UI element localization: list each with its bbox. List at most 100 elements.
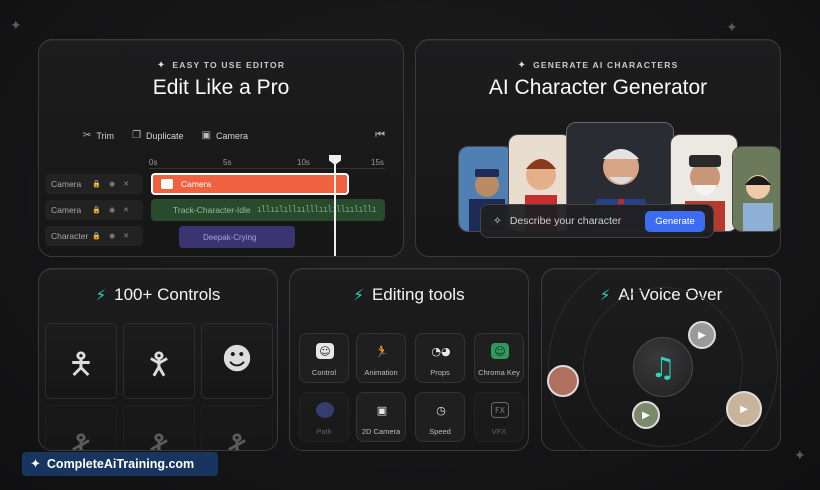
logo-icon: ✦ — [30, 456, 41, 472]
voice-avatar[interactable]: ▶ — [632, 401, 660, 429]
camera-icon: ▣ — [376, 403, 388, 417]
ruler-tick: 10s — [297, 158, 310, 167]
ruler-line — [149, 168, 385, 169]
duplicate-icon: ❐ — [132, 130, 142, 141]
audio-clip-label: Track-Character-Idle — [173, 205, 251, 215]
tool-vfx[interactable]: FX VFX — [474, 392, 524, 442]
skip-to-start-icon[interactable]: ⏮ — [375, 128, 385, 142]
camera-button[interactable]: ▣ Camera — [202, 130, 248, 141]
track-label-character[interactable]: Character 🔒◉✕ — [45, 226, 143, 246]
generate-button[interactable]: Generate — [645, 211, 705, 232]
ruler-tick: 5s — [223, 158, 232, 167]
voice-avatar[interactable]: ▶ — [688, 321, 716, 349]
controls-title: ⚡ 100+ Controls — [39, 285, 277, 305]
editor-toolbar: ✂ Trim ❐ Duplicate ▣ Camera — [83, 130, 248, 141]
glasses-icon: ◔◕ — [431, 344, 451, 358]
character-prompt-input[interactable]: ✧ Describe your character Generate — [480, 204, 714, 238]
tool-label: Control — [311, 368, 337, 377]
pose-tile[interactable]: 🯇 — [201, 405, 273, 451]
editing-tools-title: ⚡ Editing tools — [290, 285, 528, 305]
tool-props[interactable]: ◔◕ Props — [415, 333, 465, 383]
tool-path[interactable]: Path — [299, 392, 349, 442]
scissors-icon: ✂ — [83, 130, 92, 141]
track-label-text: Camera — [51, 205, 82, 215]
tool-label: Animation — [364, 368, 398, 377]
track-controls-icon[interactable]: 🔒◉✕ — [92, 206, 137, 214]
playhead[interactable] — [334, 160, 336, 256]
ruler-tick: 15s — [371, 158, 384, 167]
editing-tools-title-text: Editing tools — [371, 285, 465, 304]
characters-kicker-text: GENERATE AI CHARACTERS — [533, 60, 679, 70]
pose-tile[interactable]: 🯅 — [45, 323, 117, 399]
pose-tile[interactable]: ☻ — [201, 323, 273, 399]
sparkle-icon: ✦ — [726, 20, 738, 36]
tool-label: Chroma Key — [478, 368, 520, 377]
waveform-icon: ıllıılıllıılllıılıllıılıllı — [256, 205, 377, 215]
play-icon: ▶ — [698, 329, 706, 341]
camera-label: Camera — [216, 130, 249, 141]
pose-figure-icon: 🯅 — [67, 347, 95, 382]
duplicate-button[interactable]: ❐ Duplicate — [132, 130, 184, 141]
play-icon: ▶ — [642, 409, 650, 421]
sparkle-icon: ✦ — [517, 60, 528, 71]
fx-icon: FX — [491, 402, 509, 418]
tool-label: VFX — [491, 427, 507, 436]
tool-speed[interactable]: ◷ Speed — [415, 392, 465, 442]
lightning-icon: ⚡ — [95, 286, 107, 304]
duplicate-label: Duplicate — [146, 130, 184, 141]
camera-icon: ▣ — [201, 130, 212, 141]
face-pose-icon: ☻ — [221, 342, 253, 377]
pose-tile[interactable]: 🯇 — [45, 405, 117, 451]
tool-2d-camera[interactable]: ▣ 2D Camera — [356, 392, 406, 442]
track-label-text: Character — [51, 231, 89, 241]
pose-figure-icon: 🯇 — [145, 429, 173, 451]
audio-clip[interactable]: Track-Character-Idle ıllıılıllıılllıılıl… — [151, 199, 385, 221]
character-generator-card: ✦ GENERATE AI CHARACTERS AI Character Gen… — [415, 39, 781, 257]
animation-clip[interactable]: Deepak-Crying — [179, 226, 295, 248]
editor-title: Edit Like a Pro — [152, 76, 290, 99]
characters-kicker: ✦ GENERATE AI CHARACTERS — [416, 60, 780, 71]
prompt-placeholder: Describe your character — [509, 215, 622, 227]
tool-control[interactable]: ☺ Control — [299, 333, 349, 383]
pose-figure-icon: 🯇 — [223, 429, 251, 451]
tool-label: 2D Camera — [361, 427, 401, 436]
animation-clip-label: Deepak-Crying — [203, 232, 257, 242]
character-thumbnail[interactable] — [732, 146, 780, 232]
characters-title: AI Character Generator — [488, 76, 708, 99]
track-controls-icon[interactable]: 🔒◉✕ — [92, 232, 137, 240]
pose-tile[interactable]: 🯆 — [123, 323, 195, 399]
watermark-text: CompleteAiTraining.com — [46, 457, 195, 471]
trim-label: Trim — [96, 130, 115, 141]
controls-title-text: 100+ Controls — [114, 285, 221, 304]
pose-figure-icon: 🯆 — [145, 347, 173, 382]
tool-chroma-key[interactable]: ☺ Chroma Key — [474, 333, 524, 383]
camera-clip[interactable]: Camera — [151, 173, 349, 195]
tool-label: Speed — [429, 427, 451, 436]
camera-clip-label: Camera — [181, 179, 212, 189]
editing-tools-card: ⚡ Editing tools ☺ Control 🏃 Animation ◔◕ Pro… — [289, 268, 529, 451]
trim-button[interactable]: ✂ Trim — [83, 130, 114, 141]
track-controls-icon[interactable]: 🔒◉✕ — [92, 180, 137, 188]
sparkle-icon: ✧ — [493, 215, 502, 227]
track-label-text: Camera — [51, 179, 82, 189]
voice-over-card: ⚡ AI Voice Over ♫ ▶ ▶ ▶ — [541, 268, 781, 451]
track-label-camera[interactable]: Camera 🔒◉✕ — [45, 174, 143, 194]
ruler-tick: 0s — [149, 158, 158, 167]
sparkle-icon: ✦ — [156, 60, 167, 71]
pose-figure-icon: 🯇 — [67, 429, 95, 451]
music-note-icon[interactable]: ♫ — [633, 337, 693, 397]
watermark-badge: ✦ CompleteAiTraining.com — [22, 452, 218, 476]
voice-avatar[interactable]: ▶ — [726, 391, 762, 427]
editor-kicker: ✦ EASY TO USE EDITOR — [39, 60, 403, 71]
camera-icon — [161, 179, 173, 189]
play-icon: ▶ — [740, 403, 748, 415]
sparkle-icon: ✦ — [794, 448, 806, 464]
tool-label: Path — [316, 427, 332, 436]
sparkle-icon: ✦ — [10, 18, 22, 34]
tool-animation[interactable]: 🏃 Animation — [356, 333, 406, 383]
pose-tile[interactable]: 🯇 — [123, 405, 195, 451]
editor-kicker-text: EASY TO USE EDITOR — [172, 60, 286, 70]
voice-avatar[interactable] — [547, 365, 579, 397]
track-label-camera[interactable]: Camera 🔒◉✕ — [45, 200, 143, 220]
running-icon: 🏃 — [375, 344, 389, 358]
